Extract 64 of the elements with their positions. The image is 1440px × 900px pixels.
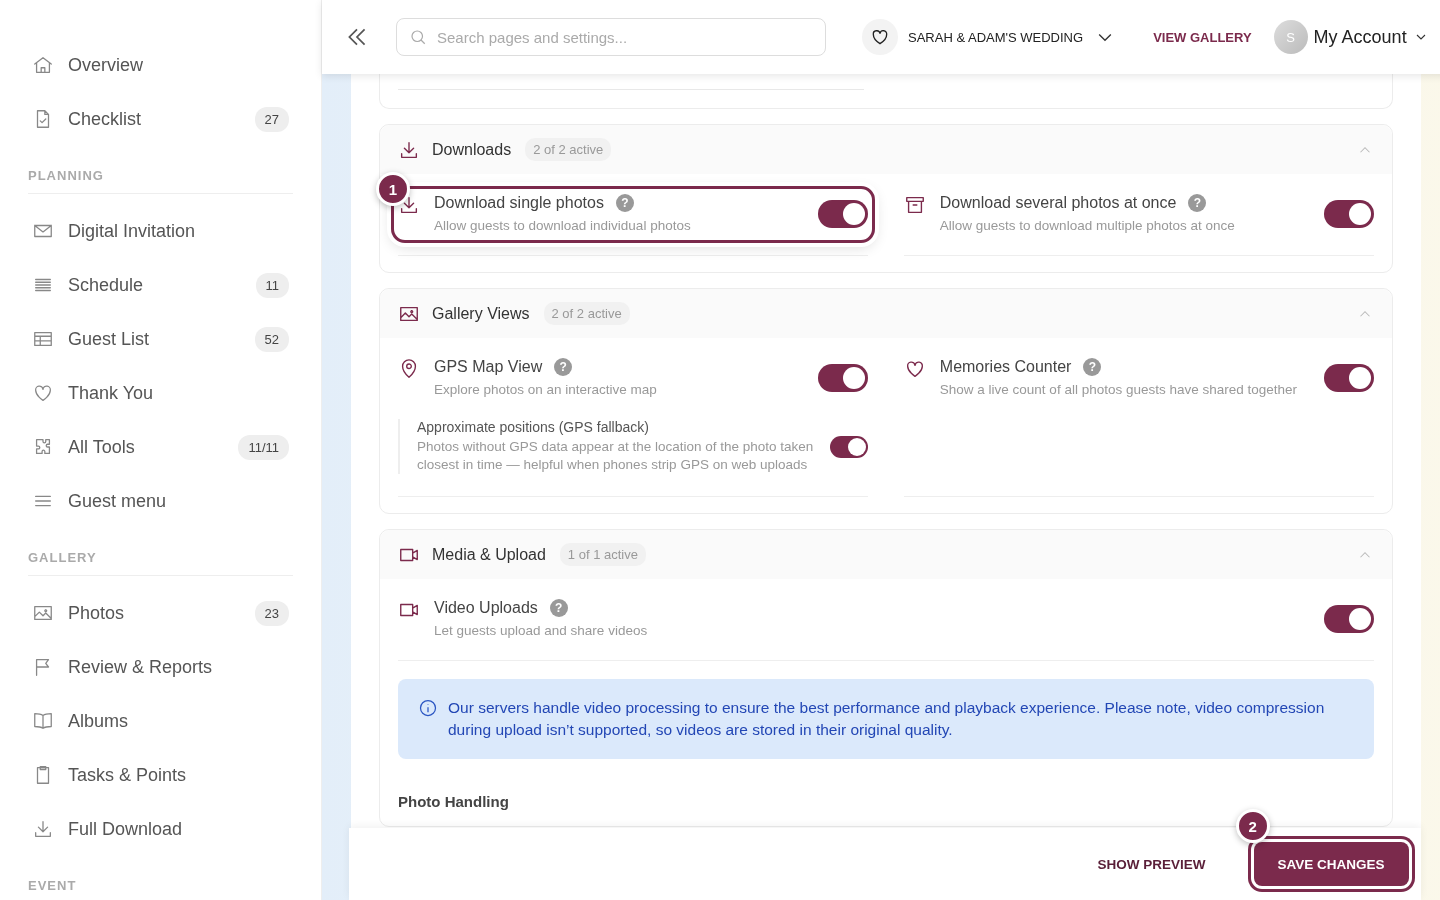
count-badge: 23	[254, 600, 289, 626]
setting-title: GPS Map View	[434, 358, 543, 376]
section-title: Media & Upload	[432, 545, 546, 564]
toggle-switch[interactable]	[829, 435, 868, 458]
sidebar-item[interactable]: Photos 23	[0, 586, 321, 640]
setting-title: Download several photos at once	[939, 194, 1177, 212]
setting-description: Let guests upload and share videos	[434, 623, 649, 638]
toggle-switch[interactable]	[817, 199, 868, 228]
sidebar-item[interactable]: Review & Reports	[0, 640, 321, 694]
sidebar-item[interactable]: Guest menu	[0, 474, 321, 528]
setting-description: Explore photos on an interactive map	[434, 382, 658, 397]
sidebar-item[interactable]: Schedule 11	[0, 258, 321, 312]
count-badge: 11/11	[238, 434, 289, 460]
book-icon	[32, 710, 54, 732]
toggle-switch[interactable]	[1323, 363, 1374, 392]
show-preview-button[interactable]: SHOW PREVIEW	[1091, 855, 1212, 873]
section-header[interactable]: Media & Upload 1 of 1 active	[380, 530, 1392, 579]
section-header[interactable]: Gallery Views 2 of 2 active	[380, 289, 1392, 338]
subsection-heading: Photo Handling	[398, 793, 510, 810]
section-heading: PLANNING	[28, 168, 293, 194]
sidebar-item[interactable]: Thank You	[0, 366, 321, 420]
sidebar-item[interactable]: Overview	[0, 38, 321, 92]
sidebar-item[interactable]: Guest List 52	[0, 312, 321, 366]
status-badge: 2 of 2 active	[525, 138, 612, 161]
search-icon	[409, 28, 427, 46]
section-title: Gallery Views	[432, 304, 530, 323]
setting-title: Memories Counter	[939, 358, 1072, 376]
view-gallery-link[interactable]: VIEW GALLERY	[1153, 29, 1252, 45]
box-icon	[903, 194, 926, 216]
setting-description: Photos without GPS data appear at the location of the photo taken closest in time — helpful when phones strip GPS on web uploads	[417, 438, 815, 474]
house-icon	[32, 54, 54, 76]
section-header[interactable]: Downloads 2 of 2 active	[380, 125, 1392, 174]
status-badge: 1 of 1 active	[559, 543, 646, 566]
notice-text: Our servers handle video processing to ensure the best performance and playback experience. Please note, video compression during upload isn’t supported, so videos are stored in their original quality.	[448, 698, 1326, 740]
section-heading: GALLERY	[28, 550, 293, 576]
setting-description: Allow guests to download multiple photos at once	[939, 218, 1236, 233]
setting-description: Allow guests to download individual photos	[434, 218, 692, 233]
heart-icon	[32, 382, 54, 404]
step-badge: 1	[376, 172, 410, 206]
setting-title: Video Uploads	[434, 599, 538, 617]
toggle-switch[interactable]	[817, 363, 868, 392]
search-field[interactable]: Search pages and settings...	[396, 18, 826, 56]
sidebar-item[interactable]: Full Download	[0, 802, 321, 856]
sidebar-item[interactable]: Digital Invitation	[0, 204, 321, 258]
sidebar-item[interactable]: Checklist 27	[0, 92, 321, 146]
sidebar-item[interactable]: Albums	[0, 694, 321, 748]
count-badge: 11	[255, 272, 289, 298]
count-badge: 52	[254, 326, 289, 352]
event-selector[interactable]: SARAH & ADAM'S WEDDING	[908, 27, 1116, 47]
toggle-switch[interactable]	[1323, 604, 1374, 633]
count-badge: 27	[254, 106, 289, 132]
setting-title: Approximate positions (GPS fallback)	[417, 419, 650, 435]
status-badge: 2 of 2 active	[543, 302, 630, 325]
download-icon	[398, 194, 420, 216]
sidebar-item[interactable]: Tasks & Points	[0, 748, 321, 802]
setting-title: Download single photos	[434, 194, 604, 212]
section-heading: EVENT	[28, 878, 293, 900]
sidebar-item[interactable]: All Tools 11/11	[0, 420, 321, 474]
info-icon	[418, 698, 438, 718]
toggle-switch[interactable]	[1323, 199, 1374, 228]
download-icon	[32, 818, 54, 840]
account-menu[interactable]: My Account	[1313, 26, 1429, 48]
setting-description: Show a live count of all photos guests have shared together	[939, 382, 1299, 397]
section-title: Downloads	[432, 140, 512, 159]
